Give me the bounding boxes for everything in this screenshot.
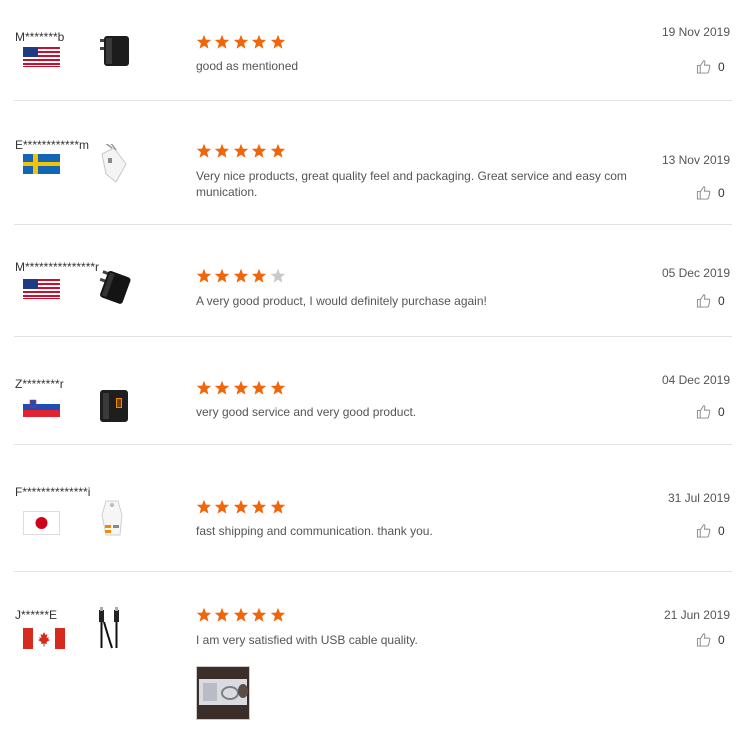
rating-stars	[196, 380, 288, 396]
star-filled-icon	[215, 607, 230, 622]
quick-charger-icon[interactable]	[92, 384, 136, 428]
wall-charger-icon[interactable]	[92, 30, 136, 74]
review-text: A very good product, I would definitely …	[196, 294, 487, 308]
usb-cable-icon[interactable]	[92, 606, 136, 650]
star-filled-icon	[251, 268, 267, 283]
thumbs-up-icon	[696, 294, 711, 308]
divider	[14, 444, 732, 445]
star-filled-icon	[270, 499, 285, 514]
review-text: very good service and very good product.	[196, 405, 417, 419]
flag-ca-icon	[23, 628, 65, 649]
helpful-button[interactable]: 0	[696, 293, 725, 308]
reviewer-name: M*******b	[15, 30, 65, 44]
star-filled-icon	[233, 268, 248, 283]
star-filled-icon	[233, 143, 248, 158]
thumbs-up-icon	[696, 186, 711, 200]
star-filled-icon	[270, 607, 285, 622]
thumbs-up-icon	[696, 524, 711, 538]
review-text: good as mentioned	[196, 59, 299, 73]
star-filled-icon	[270, 34, 285, 49]
car-charger-icon[interactable]	[92, 497, 136, 541]
reviewer-name: M***************r	[15, 260, 100, 274]
wall-charger-icon[interactable]	[92, 266, 136, 310]
flag-si-icon	[23, 397, 60, 417]
review-text: Very nice products, great quality feel a…	[196, 169, 627, 199]
review-date: 04 Dec 2019	[661, 373, 730, 387]
helpful-button[interactable]: 0	[696, 404, 725, 419]
star-filled-icon	[196, 380, 212, 395]
divider	[14, 571, 732, 572]
star-filled-icon	[270, 143, 285, 158]
rating-stars	[196, 607, 288, 623]
flag-us-icon	[23, 279, 60, 299]
rating-stars	[196, 268, 288, 284]
star-filled-icon	[251, 143, 267, 158]
thumbs-up-icon	[696, 405, 711, 419]
thumbs-up-icon	[696, 60, 711, 74]
star-filled-icon	[215, 380, 230, 395]
star-filled-icon	[233, 34, 248, 49]
divider	[14, 100, 732, 101]
star-filled-icon	[196, 499, 212, 514]
star-filled-icon	[196, 268, 212, 283]
reviewer-name: J******E	[15, 608, 58, 622]
review-text: fast shipping and communication. thank y…	[196, 524, 433, 538]
star-filled-icon	[251, 607, 267, 622]
rating-stars	[196, 34, 288, 50]
star-filled-icon	[215, 143, 230, 158]
rating-stars	[196, 143, 288, 159]
review-date: 05 Dec 2019	[661, 266, 730, 280]
helpful-button[interactable]: 0	[696, 632, 725, 647]
flag-us-icon	[23, 47, 60, 67]
helpful-count: 0	[718, 523, 725, 538]
helpful-count: 0	[718, 293, 725, 308]
review-photo-thumbnail[interactable]	[196, 666, 250, 720]
star-filled-icon	[251, 499, 267, 514]
star-filled-icon	[251, 34, 267, 49]
helpful-button[interactable]: 0	[696, 523, 725, 538]
helpful-button[interactable]: 0	[696, 185, 725, 200]
reviewer-name: E************m	[15, 138, 90, 152]
star-filled-icon	[196, 143, 212, 158]
review-text: I am very satisfied with USB cable quali…	[196, 633, 418, 647]
helpful-count: 0	[718, 632, 725, 647]
star-filled-icon	[270, 380, 285, 395]
star-filled-icon	[251, 380, 267, 395]
review-date: 31 Jul 2019	[667, 491, 730, 505]
star-empty-icon	[270, 268, 285, 283]
star-filled-icon	[233, 499, 248, 514]
review-date: 13 Nov 2019	[661, 153, 730, 167]
reviewer-name: Z********r	[15, 377, 64, 391]
helpful-button[interactable]: 0	[696, 59, 725, 74]
star-filled-icon	[215, 34, 230, 49]
helpful-count: 0	[718, 185, 725, 200]
divider	[14, 336, 732, 337]
star-filled-icon	[215, 499, 230, 514]
thumbs-up-icon	[696, 633, 711, 647]
review-date: 21 Jun 2019	[663, 608, 730, 622]
helpful-count: 0	[718, 404, 725, 419]
star-filled-icon	[233, 607, 248, 622]
flag-se-icon	[23, 154, 60, 174]
flag-jp-icon	[23, 511, 60, 535]
white-charger-icon[interactable]	[92, 141, 136, 188]
reviewer-name: F**************i	[15, 485, 91, 499]
helpful-count: 0	[718, 59, 725, 74]
star-filled-icon	[215, 268, 230, 283]
rating-stars	[196, 499, 288, 515]
star-filled-icon	[233, 380, 248, 395]
star-filled-icon	[196, 607, 212, 622]
divider	[14, 224, 732, 225]
review-date: 19 Nov 2019	[661, 25, 730, 39]
star-filled-icon	[196, 34, 212, 49]
